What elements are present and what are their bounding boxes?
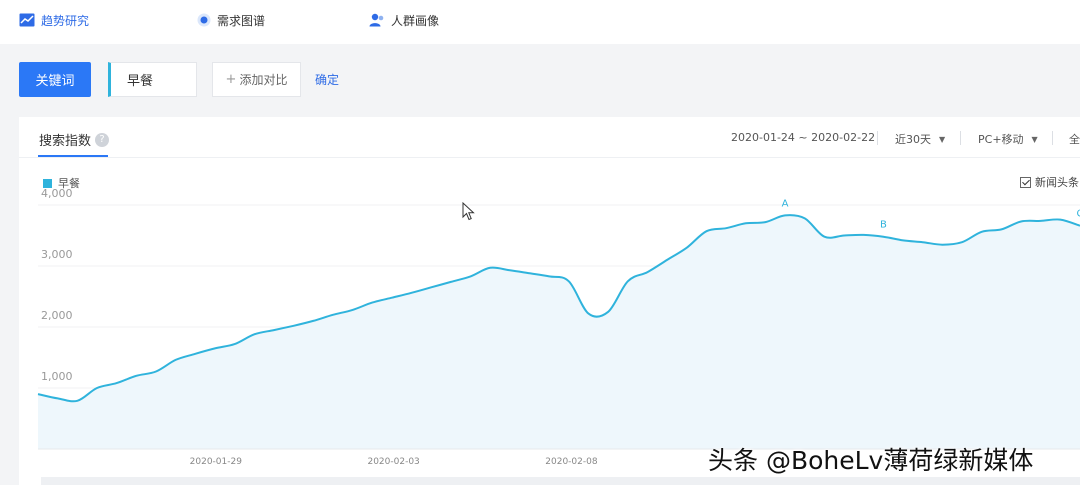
confirm-link[interactable]: 确定: [315, 71, 339, 88]
keyword-input[interactable]: 早餐: [108, 62, 197, 97]
nav-tab-demand-graph[interactable]: 需求图谱: [197, 10, 265, 30]
trend-chart-icon: [19, 13, 35, 27]
keyword-value: 早餐: [127, 74, 154, 89]
annotation-label: A: [782, 198, 789, 209]
y-tick-label: 3,000: [41, 248, 73, 261]
plus-icon: +: [225, 72, 237, 87]
mouse-cursor-icon: [462, 202, 475, 221]
nav-tab-label: 趋势研究: [41, 13, 90, 28]
keyword-toolbar: 关键词 早餐 + 添加对比 确定: [0, 44, 1080, 116]
nav-tab-label: 需求图谱: [217, 13, 266, 28]
search-index-chart[interactable]: 1,000 2,000 3,000 4,000 2020-01-29 2020-02-03…: [19, 117, 1080, 485]
add-compare-label: 添加对比: [239, 73, 288, 87]
top-navigation: 趋势研究 需求图谱 人群画像: [0, 0, 1080, 44]
demand-graph-icon: [197, 13, 211, 27]
x-tick-label: 2020-02-03: [367, 457, 419, 467]
annotation-label: C: [1077, 209, 1080, 220]
nav-tab-user-profile[interactable]: 人群画像: [369, 10, 439, 30]
y-tick-label: 4,000: [41, 187, 73, 200]
watermark: 头条 @BoheLv薄荷绿新媒体: [708, 446, 1034, 475]
y-tick-label: 1,000: [41, 370, 73, 383]
nav-tab-label: 人群画像: [391, 13, 440, 28]
x-tick-label: 2020-02-08: [545, 457, 598, 467]
add-compare-button[interactable]: + 添加对比: [212, 62, 301, 97]
chart-range-scrollbar[interactable]: [41, 477, 1080, 485]
keyword-button[interactable]: 关键词: [19, 62, 91, 97]
annotation-label: B: [880, 220, 887, 231]
user-profile-icon: [369, 13, 384, 27]
nav-tab-trend-research[interactable]: 趋势研究: [19, 10, 89, 30]
search-index-panel: 搜索指数 ? 2020-01-24 ~ 2020-02-22 近30天 ▼ PC…: [19, 117, 1080, 485]
y-tick-label: 2,000: [41, 309, 73, 322]
series-area: [38, 215, 1080, 449]
x-tick-label: 2020-01-29: [190, 457, 243, 467]
